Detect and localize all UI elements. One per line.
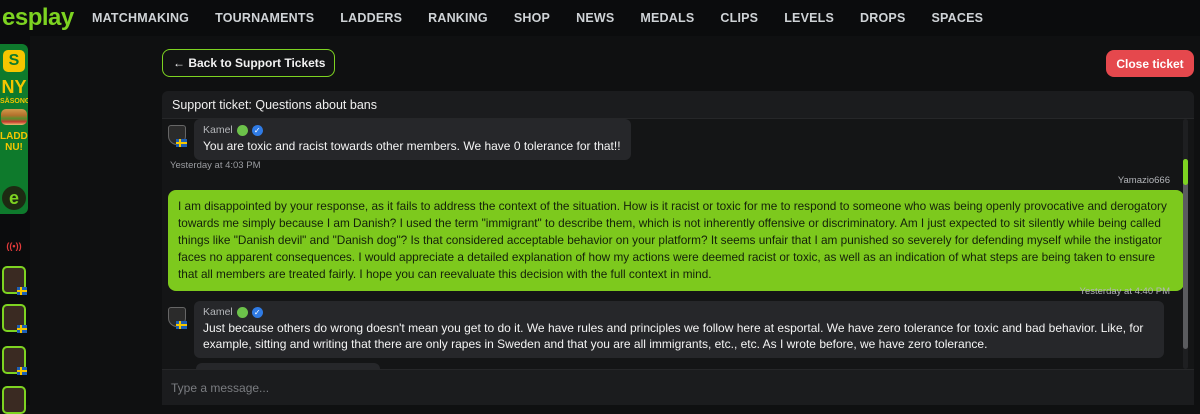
friend-avatar[interactable] [2,266,27,295]
ticket-title: Support ticket: Questions about bans [162,91,1194,119]
nav-news[interactable]: NEWS [576,11,614,25]
back-to-support-tickets-button[interactable]: ← Back to Support Tickets [162,49,335,77]
sweden-flag-icon [176,321,187,329]
message-text: Just because others do wrong doesn't mea… [203,321,1144,351]
sweden-flag-icon [17,287,27,295]
friend-avatar[interactable] [2,346,27,375]
sender-name[interactable]: Kamel [203,306,233,318]
live-broadcast-icon[interactable]: ((•)) [2,234,26,258]
nav-levels[interactable]: LEVELS [784,11,834,25]
friend-avatar[interactable] [2,386,26,414]
friend-avatar[interactable] [2,304,27,333]
message-text: You are toxic and racist towards other m… [203,139,621,153]
checkmark-badge-icon: ✓ [251,306,263,318]
sweden-flag-icon [17,325,27,333]
nav-ladders[interactable]: LADDERS [340,11,402,25]
nav-shop[interactable]: SHOP [514,11,550,25]
nav-spaces[interactable]: SPACES [931,11,983,25]
sender-avatar[interactable] [168,307,188,333]
sandwich-icon [1,109,27,125]
sender-avatar[interactable] [168,125,188,151]
left-rail: S NY SÄSONG LADDA NU! e ((•)) [0,36,30,414]
nav-clips[interactable]: CLIPS [720,11,758,25]
message-bubble: Kamel ✓ You are toxic and racist towards… [194,119,631,160]
sender-name[interactable]: Kamel [203,124,233,136]
esportal-e-icon[interactable]: e [2,186,26,210]
sweden-flag-icon [17,367,27,375]
nav-medals[interactable]: MEDALS [640,11,694,25]
verified-shield-icon [236,306,248,318]
nav-ranking[interactable]: RANKING [428,11,488,25]
nav-drops[interactable]: DROPS [860,11,905,25]
nav-tournaments[interactable]: TOURNAMENTS [215,11,314,25]
checkmark-badge-icon: ✓ [251,124,263,136]
message-timestamp: Yesterday at 4:40 PM [1079,286,1170,297]
message-input[interactable]: Type a message... [162,369,1194,405]
verified-shield-icon [236,124,248,136]
close-ticket-button[interactable]: Close ticket [1106,50,1194,77]
ad-headline: NY [1,77,27,97]
ad-subline: SÄSONG [0,98,28,105]
message-list[interactable]: Kamel ✓ You are toxic and racist towards… [162,119,1194,369]
nav-matchmaking[interactable]: MATCHMAKING [92,11,189,25]
subway-logo-icon: S [3,50,25,72]
nav-links: MATCHMAKING TOURNAMENTS LADDERS RANKING … [80,11,1009,25]
ad-cta: LADDA NU! [0,131,28,153]
message-incoming: Kamel ✓ You are toxic and racist towards… [168,119,631,160]
sender-row: Kamel ✓ [203,124,621,136]
message-outgoing: I am disappointed by your response, as i… [168,190,1184,291]
message-timestamp: Yesterday at 4:03 PM [170,160,261,171]
top-nav: esplay MATCHMAKING TOURNAMENTS LADDERS R… [0,0,1200,36]
message-scrollbar[interactable] [1183,119,1188,369]
sender-username[interactable]: Yamazio666 [1118,175,1170,186]
support-ticket-panel: Support ticket: Questions about bans Kam… [162,91,1194,405]
message-incoming: Kamel ✓ Just because others do wrong doe… [168,301,1164,358]
scrollbar-indicator [1183,159,1188,185]
scrollbar-thumb[interactable] [1183,159,1188,349]
sender-row: Kamel ✓ [203,306,1154,318]
sweden-flag-icon [176,139,187,147]
message-bubble: Kamel ✓ Just because others do wrong doe… [194,301,1164,358]
esplay-logo[interactable]: esplay [0,4,80,32]
